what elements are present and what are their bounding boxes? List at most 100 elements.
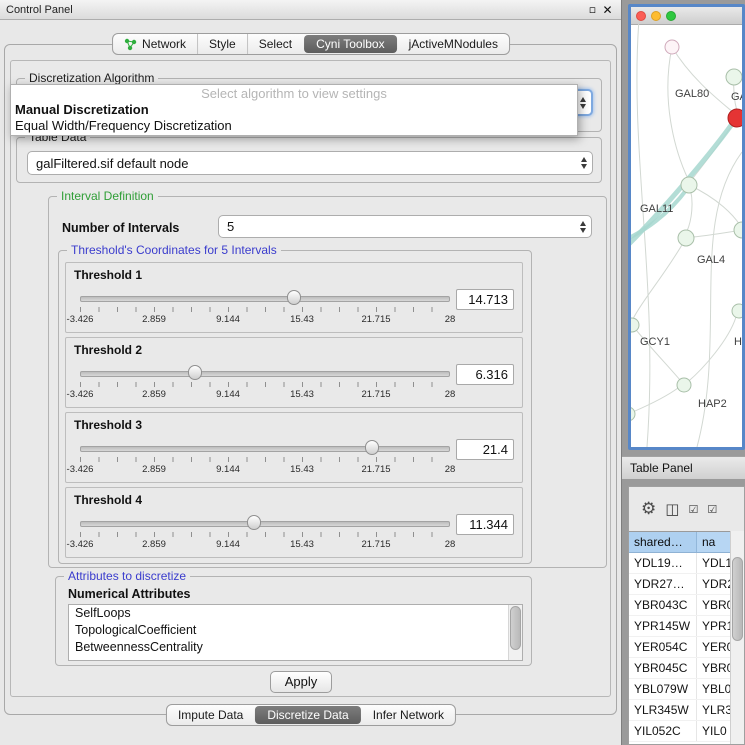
combo-stepper-icon[interactable] — [580, 97, 586, 109]
minimize-light[interactable] — [651, 11, 661, 21]
threshold-value-field[interactable]: 6.316 — [456, 364, 514, 385]
close-icon[interactable]: ✕ — [600, 3, 615, 17]
scale-label: -3.426 — [67, 314, 94, 325]
scrollbar-thumb[interactable] — [732, 557, 743, 641]
scale-label: 2.859 — [142, 389, 166, 400]
table-row[interactable]: YPR145WYPR1 — [629, 616, 731, 637]
attribute-list-item[interactable]: TopologicalCoefficient — [69, 622, 522, 639]
control-panel-titlebar: Control Panel ▫ ✕ — [0, 0, 621, 20]
slider-track[interactable] — [80, 446, 450, 452]
table-row[interactable]: YIL052CYIL0 — [629, 721, 731, 742]
network-node[interactable] — [726, 69, 742, 85]
threshold-label: Threshold 3 — [74, 418, 142, 432]
slider-scale: -3.4262.8599.14415.4321.71528 — [80, 389, 450, 400]
zoom-light[interactable] — [666, 11, 676, 21]
number-of-intervals-value: 5 — [227, 219, 234, 234]
network-edge[interactable] — [672, 47, 734, 113]
threshold-label: Threshold 1 — [74, 268, 142, 282]
network-edge[interactable] — [689, 185, 740, 225]
float-window-icon[interactable]: ▫ — [585, 3, 600, 16]
table-row[interactable]: YDR27…YDR2 — [629, 574, 731, 595]
network-edge[interactable] — [632, 325, 680, 380]
attribute-list-item[interactable]: SelfLoops — [69, 605, 522, 622]
combo-stepper-icon[interactable] — [581, 157, 587, 169]
popup-item-manual-discretization[interactable]: Manual Discretization — [11, 102, 577, 118]
network-node[interactable] — [631, 407, 635, 421]
network-node[interactable] — [665, 40, 679, 54]
slider-thumb[interactable] — [188, 365, 202, 380]
traffic-lights — [636, 11, 676, 21]
tab-network[interactable]: Network — [113, 34, 197, 54]
slider-track[interactable] — [80, 371, 450, 377]
network-window-titlebar — [631, 7, 742, 25]
tab-infer-network[interactable]: Infer Network — [362, 705, 455, 725]
threshold-section: Threshold 3 -3.4262.8599.14415.4321.71528… — [65, 412, 523, 483]
popup-item-equal-width-frequency[interactable]: Equal Width/Frequency Discretization — [11, 118, 577, 134]
threshold-slider[interactable]: -3.4262.8599.14415.4321.71528 — [80, 512, 450, 554]
tab-cyni-toolbox[interactable]: Cyni Toolbox — [304, 35, 396, 53]
network-node-selected[interactable] — [728, 109, 742, 127]
network-node[interactable] — [678, 230, 694, 246]
table-data-group: Table Data galFiltered.sif default node — [16, 137, 602, 183]
select-rows-icon[interactable]: ☑ — [707, 504, 717, 515]
table-cell: YBL079W — [629, 679, 697, 699]
scale-label: 21.715 — [361, 389, 390, 400]
scrollbar-thumb[interactable] — [510, 606, 521, 650]
network-edge[interactable] — [668, 47, 688, 179]
table-row[interactable]: YBR043CYBR0 — [629, 595, 731, 616]
gear-icon[interactable]: ⚙ — [641, 501, 656, 518]
number-of-intervals-combo[interactable]: 5 — [218, 215, 592, 238]
slider-thumb[interactable] — [247, 515, 261, 530]
threshold-slider[interactable]: -3.4262.8599.14415.4321.71528 — [80, 287, 450, 329]
close-light[interactable] — [636, 11, 646, 21]
tab-jactivemnodules[interactable]: jActiveMNodules — [398, 34, 509, 54]
select-columns-icon[interactable]: ☑ — [688, 504, 698, 515]
table-cell: YER054C — [629, 637, 697, 657]
network-edge[interactable] — [633, 238, 686, 319]
network-canvas-svg[interactable]: GAL80GAGAL11GAL4GCY1HAP2H — [631, 24, 742, 447]
table-body: YDL19…YDL1YDR27…YDR2YBR043CYBR0YPR145WYP… — [629, 553, 731, 744]
table-scrollbar[interactable] — [730, 531, 744, 744]
slider-thumb[interactable] — [287, 290, 301, 305]
tab-select[interactable]: Select — [247, 34, 303, 54]
network-canvas[interactable]: GAL80GAGAL11GAL4GCY1HAP2H — [631, 24, 742, 447]
threshold-value-field[interactable]: 11.344 — [456, 514, 514, 535]
thresholds-container: Threshold 1 -3.4262.8599.14415.4321.71528… — [65, 262, 523, 558]
table-row[interactable]: YER054CYER0 — [629, 637, 731, 658]
tab-style[interactable]: Style — [197, 34, 247, 54]
table-row[interactable]: YBR045CYBR0 — [629, 658, 731, 679]
table-data-combo[interactable]: galFiltered.sif default node — [27, 151, 593, 175]
columns-icon[interactable]: ◫ — [665, 502, 679, 517]
slider-thumb[interactable] — [365, 440, 379, 455]
network-node[interactable] — [734, 222, 742, 238]
table-cell: YBR0 — [697, 658, 731, 678]
threshold-value-field[interactable]: 14.713 — [456, 289, 514, 310]
slider-track[interactable] — [80, 521, 450, 527]
table-row[interactable]: YBL079WYBL0 — [629, 679, 731, 700]
algorithm-dropdown-popup: Select algorithm to view settings Manual… — [10, 84, 578, 136]
scale-label: -3.426 — [67, 389, 94, 400]
column-header[interactable]: shared… — [629, 532, 697, 552]
table-row[interactable]: YDL19…YDL1 — [629, 553, 731, 574]
threshold-slider[interactable]: -3.4262.8599.14415.4321.71528 — [80, 362, 450, 404]
tab-impute-data[interactable]: Impute Data — [167, 705, 254, 725]
tab-label: Infer Network — [373, 708, 444, 722]
combo-stepper-icon[interactable] — [580, 221, 586, 233]
threshold-slider[interactable]: -3.4262.8599.14415.4321.71528 — [80, 437, 450, 479]
table-cell: YLR345W — [629, 700, 697, 720]
network-node[interactable] — [732, 304, 742, 318]
slider-track[interactable] — [80, 296, 450, 302]
threshold-value-field[interactable]: 21.4 — [456, 439, 514, 460]
numerical-attributes-heading: Numerical Attributes — [68, 587, 190, 601]
network-node[interactable] — [681, 177, 697, 193]
network-node[interactable] — [631, 318, 639, 332]
threshold-label: Threshold 4 — [74, 493, 142, 507]
table-row[interactable]: YLR345WYLR3 — [629, 700, 731, 721]
network-node[interactable] — [677, 378, 691, 392]
attributes-list-scrollbar[interactable] — [508, 605, 522, 660]
tab-discretize-data[interactable]: Discretize Data — [255, 706, 360, 724]
apply-button[interactable]: Apply — [270, 671, 332, 693]
attribute-list-item[interactable]: BetweennessCentrality — [69, 639, 522, 656]
slider-scale: -3.4262.8599.14415.4321.71528 — [80, 314, 450, 325]
network-edge[interactable] — [631, 388, 678, 414]
